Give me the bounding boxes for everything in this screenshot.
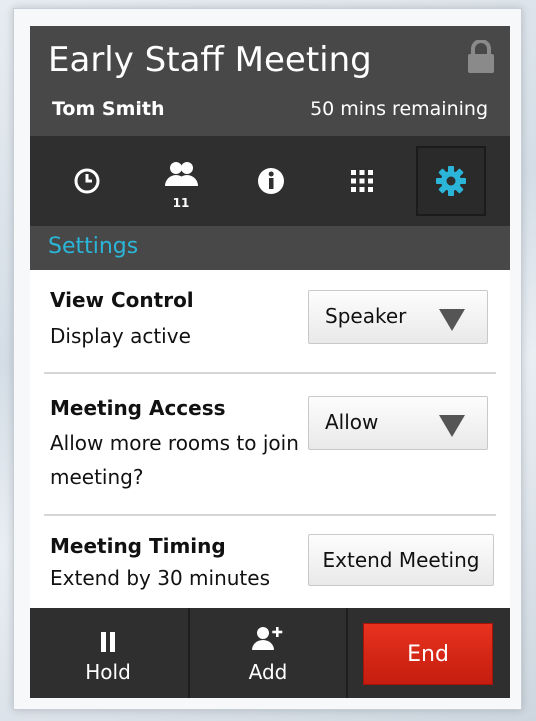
- view-control-label: View Control: [50, 288, 194, 312]
- view-control-description: Display active: [50, 324, 191, 348]
- meeting-timing-label: Meeting Timing: [50, 534, 226, 558]
- participants-icon: [165, 162, 198, 186]
- meeting-access-row: Meeting Access Allow more rooms to join …: [30, 376, 510, 516]
- info-icon: [258, 168, 284, 194]
- add-label: Add: [248, 660, 288, 684]
- settings-button[interactable]: [416, 146, 486, 216]
- meeting-access-label: Meeting Access: [50, 396, 226, 420]
- section-header: Settings: [30, 226, 510, 270]
- meeting-header: Early Staff Meeting Tom Smith 50 mins re…: [30, 26, 510, 136]
- view-control-row: View Control Display active Speaker: [30, 270, 510, 374]
- time-remaining: 50 mins remaining: [310, 98, 488, 120]
- pause-icon: [101, 632, 115, 652]
- add-button[interactable]: Add: [190, 608, 346, 698]
- meeting-access-value: Allow: [325, 410, 379, 434]
- toolbar: 11: [30, 136, 510, 226]
- meeting-access-description: Allow more rooms to join meeting?: [50, 431, 299, 489]
- divider: [44, 514, 496, 516]
- gear-icon: [436, 166, 466, 196]
- view-control-value: Speaker: [325, 304, 407, 328]
- lock-icon[interactable]: [466, 40, 496, 74]
- timer-button[interactable]: [52, 136, 122, 226]
- triangle-down-icon: [439, 309, 465, 331]
- section-title: Settings: [48, 234, 139, 259]
- hold-button[interactable]: Hold: [30, 608, 186, 698]
- participants-button[interactable]: 11: [146, 136, 216, 226]
- triangle-down-icon: [439, 415, 465, 437]
- meeting-access-dropdown[interactable]: Allow: [308, 396, 488, 450]
- view-control-dropdown[interactable]: Speaker: [308, 290, 488, 344]
- call-controls: Hold Add End: [30, 608, 510, 698]
- divider: [346, 608, 348, 698]
- meeting-timing-row: Meeting Timing Extend by 30 minutes Exte…: [30, 518, 510, 608]
- keypad-icon: [351, 170, 373, 192]
- info-button[interactable]: [236, 136, 306, 226]
- meeting-title: Early Staff Meeting: [48, 40, 372, 80]
- participant-count: 11: [172, 196, 190, 210]
- meeting-timing-description: Extend by 30 minutes: [50, 566, 270, 590]
- clock-icon: [74, 168, 100, 194]
- divider: [44, 372, 496, 374]
- extend-meeting-button[interactable]: Extend Meeting: [308, 534, 494, 586]
- hold-label: Hold: [85, 660, 131, 684]
- keypad-button[interactable]: [327, 136, 397, 226]
- host-name: Tom Smith: [52, 98, 165, 120]
- meeting-panel: Early Staff Meeting Tom Smith 50 mins re…: [30, 26, 510, 698]
- add-participant-icon: [252, 627, 283, 650]
- end-call-button[interactable]: End: [363, 623, 493, 685]
